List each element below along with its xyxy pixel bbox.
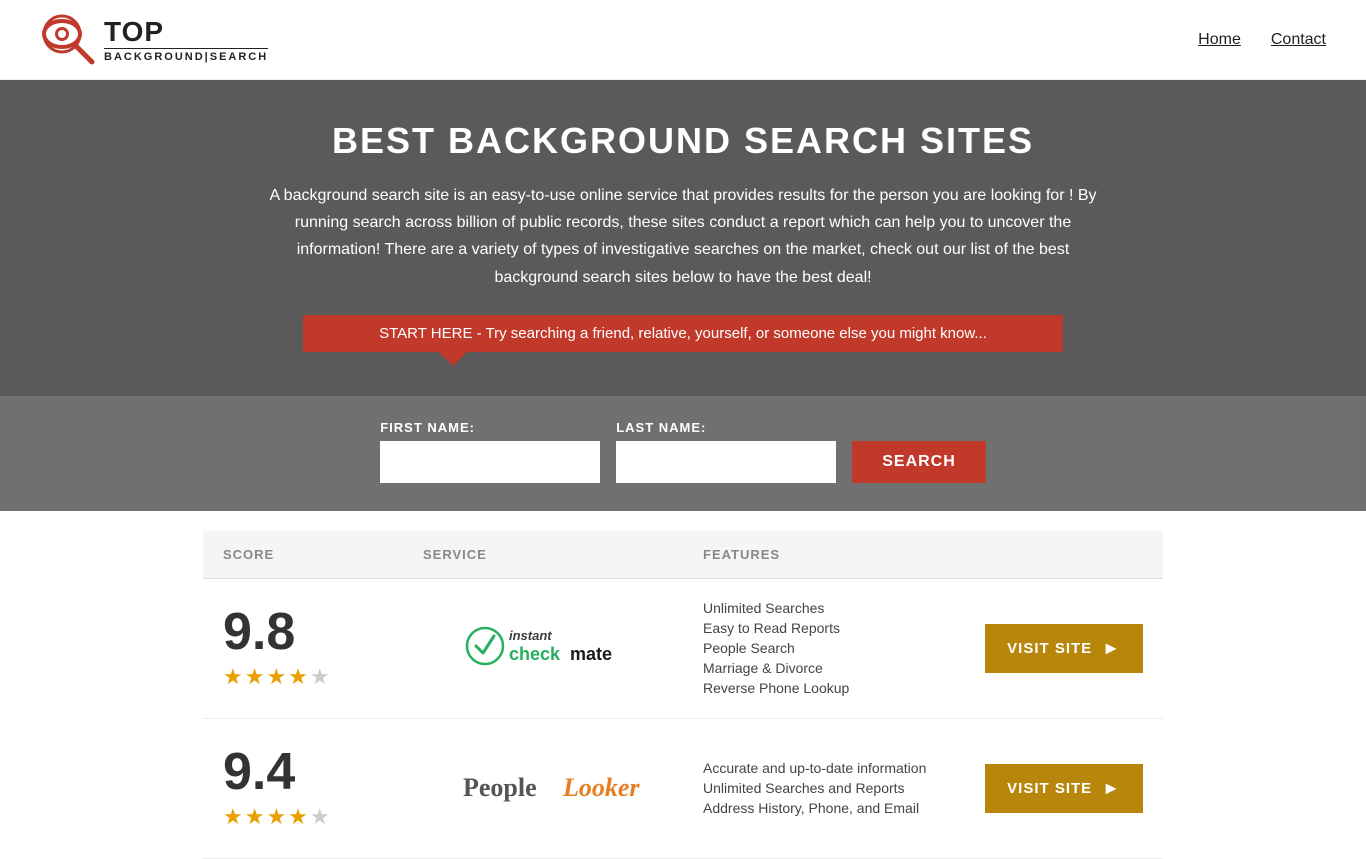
visit-site-button-2[interactable]: VISIT SITE ► [985, 764, 1143, 813]
logo-text: TOP BACKGROUND|SEARCH [104, 16, 268, 63]
logo-icon [40, 12, 100, 67]
feature-2-2: Address History, Phone, and Email [703, 800, 983, 816]
feature-2-1: Unlimited Searches and Reports [703, 780, 983, 796]
site-header: TOP BACKGROUND|SEARCH Home Contact [0, 0, 1366, 80]
features-cell-2: Accurate and up-to-date information Unli… [703, 760, 983, 816]
results-section: SCORE SERVICE FEATURES 9.8 ★★★★★ instant… [183, 531, 1183, 859]
header-service: SERVICE [423, 547, 703, 562]
nav-contact[interactable]: Contact [1271, 31, 1326, 49]
hero-title: BEST BACKGROUND SEARCH SITES [20, 120, 1346, 162]
stars-1: ★★★★★ [223, 664, 332, 690]
feature-1-0: Unlimited Searches [703, 600, 983, 616]
table-header: SCORE SERVICE FEATURES [203, 531, 1163, 579]
svg-text:instant: instant [509, 628, 552, 643]
stars-2: ★★★★★ [223, 804, 332, 830]
visit-site-button-1[interactable]: VISIT SITE ► [985, 624, 1143, 673]
score-number-2: 9.4 [223, 746, 295, 798]
first-name-group: FIRST NAME: [380, 420, 600, 483]
score-cell-2: 9.4 ★★★★★ [223, 746, 423, 830]
feature-2-0: Accurate and up-to-date information [703, 760, 983, 776]
header-visit [983, 547, 1143, 562]
search-form: FIRST NAME: LAST NAME: SEARCH [40, 420, 1326, 483]
table-row: 9.8 ★★★★★ instant check mate Unlimited S… [203, 579, 1163, 719]
header-features: FEATURES [703, 547, 983, 562]
service-cell-1: instant check mate [423, 616, 703, 681]
feature-1-4: Reverse Phone Lookup [703, 680, 983, 696]
logo: TOP BACKGROUND|SEARCH [40, 12, 268, 67]
feature-1-1: Easy to Read Reports [703, 620, 983, 636]
feature-1-3: Marriage & Divorce [703, 660, 983, 676]
service-cell-2: People Looker [423, 758, 703, 818]
logo-top-text: TOP [104, 16, 268, 48]
visit-cell-2: VISIT SITE ► [983, 764, 1143, 813]
first-name-input[interactable] [380, 441, 600, 483]
callout-bar: START HERE - Try searching a friend, rel… [303, 315, 1063, 352]
last-name-group: LAST NAME: [616, 420, 836, 483]
logo-sub-text: BACKGROUND|SEARCH [104, 48, 268, 63]
svg-text:mate: mate [570, 644, 612, 664]
search-form-container: FIRST NAME: LAST NAME: SEARCH [0, 396, 1366, 511]
feature-1-2: People Search [703, 640, 983, 656]
hero-description: A background search site is an easy-to-u… [253, 182, 1113, 291]
header-score: SCORE [223, 547, 423, 562]
hero-section: BEST BACKGROUND SEARCH SITES A backgroun… [0, 80, 1366, 396]
search-button[interactable]: SEARCH [852, 441, 986, 483]
last-name-label: LAST NAME: [616, 420, 836, 435]
first-name-label: FIRST NAME: [380, 420, 600, 435]
people-looker-logo: People Looker [463, 758, 663, 818]
svg-text:check: check [509, 644, 561, 664]
main-nav: Home Contact [1198, 31, 1326, 49]
checkmate-logo: instant check mate [463, 616, 663, 681]
arrow-icon-2: ► [1102, 778, 1121, 799]
score-cell-1: 9.8 ★★★★★ [223, 606, 423, 690]
visit-cell-1: VISIT SITE ► [983, 624, 1143, 673]
svg-text:People: People [463, 773, 537, 802]
callout-arrow [439, 352, 467, 366]
nav-home[interactable]: Home [1198, 31, 1241, 49]
arrow-icon-1: ► [1102, 638, 1121, 659]
svg-text:Looker: Looker [562, 773, 640, 802]
table-row: 9.4 ★★★★★ People Looker Accurate and up-… [203, 719, 1163, 859]
last-name-input[interactable] [616, 441, 836, 483]
score-number-1: 9.8 [223, 606, 295, 658]
features-cell-1: Unlimited Searches Easy to Read Reports … [703, 600, 983, 696]
